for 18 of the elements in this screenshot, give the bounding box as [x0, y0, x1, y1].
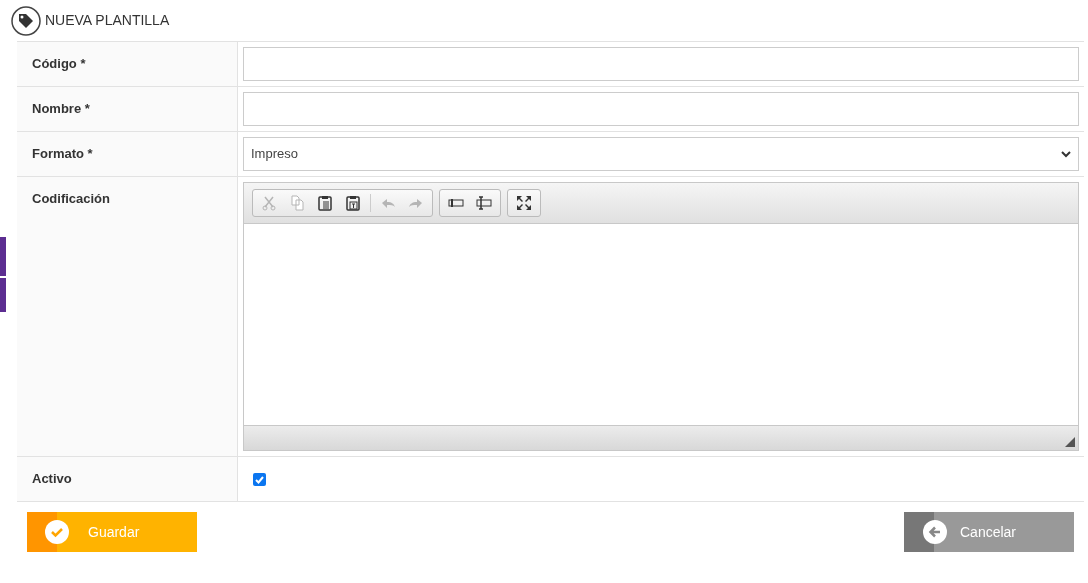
field-label: Formato *: [32, 146, 93, 161]
field-label: Activo: [32, 471, 72, 486]
tag-icon: [11, 5, 41, 36]
text-field[interactable]: [243, 92, 1079, 126]
side-tab[interactable]: [0, 278, 6, 312]
resize-handle-icon[interactable]: [1065, 437, 1075, 447]
page-title: NUEVA PLANTILLA: [45, 11, 170, 30]
text-field[interactable]: [243, 47, 1079, 81]
check-icon: [44, 519, 70, 545]
field-label: Codificación: [32, 191, 110, 206]
side-tab[interactable]: [0, 237, 6, 276]
save-button[interactable]: Guardar: [27, 512, 197, 552]
active-checkbox[interactable]: [253, 473, 266, 486]
field-label: Código *: [32, 56, 86, 71]
format-dropdown[interactable]: Impreso: [243, 137, 1079, 171]
cancel-button[interactable]: Cancelar: [904, 512, 1074, 552]
field-label: Nombre *: [32, 101, 90, 116]
chevron-down-icon: [1061, 150, 1071, 158]
